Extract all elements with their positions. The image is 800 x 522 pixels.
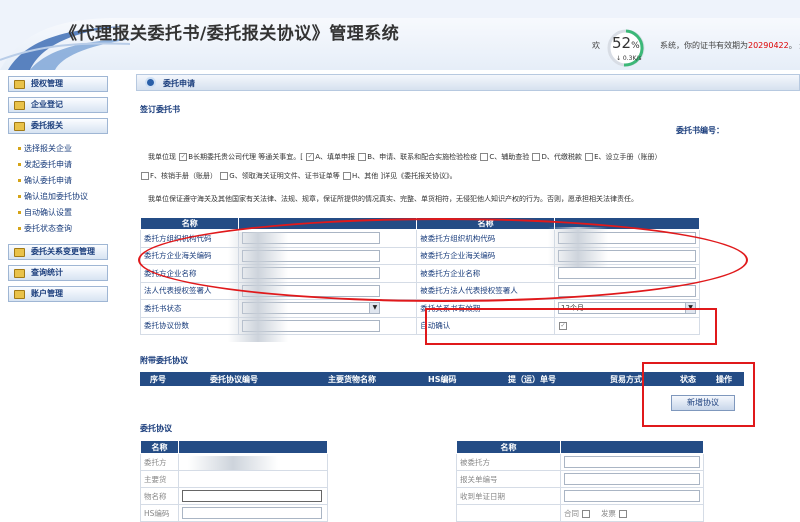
received-date-input[interactable] xyxy=(564,490,700,502)
table-row: 被委托方 xyxy=(456,453,704,471)
certificate-notice: 欢系统，你的证书有效期为20290422。 退 xyxy=(592,41,800,50)
sidebar-subitem-confirm-request[interactable]: 确认委托申请 xyxy=(18,176,72,186)
app-title: 《代理报关委托书/委托报关协议》管理系统 xyxy=(60,24,400,44)
goods-name-input[interactable] xyxy=(182,490,322,502)
folder-icon xyxy=(14,290,25,299)
performance-rate: ↓ 0.3K/s xyxy=(616,55,642,62)
option-f-checkbox[interactable] xyxy=(141,172,149,180)
table-row: 收到单证日期 xyxy=(456,487,704,505)
chevron-down-icon: ▼ xyxy=(369,303,380,314)
sidebar-subitem-initiate-request[interactable]: 发起委托申请 xyxy=(18,160,72,170)
sidebar-item-enterprise-registration[interactable]: 企业登记 xyxy=(8,97,108,113)
folder-icon xyxy=(14,101,25,110)
attach-title: 附带委托协议 xyxy=(140,356,188,365)
sidebar-item-account[interactable]: 账户管理 xyxy=(8,286,108,302)
option-e-checkbox[interactable] xyxy=(585,153,594,161)
section-title: 委托申请 xyxy=(163,79,195,88)
doc-number-label: 委托书编号： xyxy=(676,126,724,135)
agreement-left-table: 名称 委托方 主要货 物名称 HS编码 xyxy=(140,440,328,522)
declaration-number-input[interactable] xyxy=(564,473,700,485)
guarantee-paragraph: 我单位保证遵守海关及其他国家有关法律、法规、规章，保证所提供的情况真实、完整、单… xyxy=(148,195,638,203)
entrust-paragraph-line1: 我单位现 ✓ B长期委托贵公司代理 等通关事宜。[ ✓ A、填单申报 B、申请、联系… xyxy=(148,153,662,161)
annotation-ellipse xyxy=(138,218,748,302)
table-row: 报关单编号 xyxy=(456,470,704,488)
trustee-input[interactable] xyxy=(564,456,700,468)
app-header: 《代理报关委托书/委托报关协议》管理系统 52% ↓ 0.3K/s 欢系统，你的… xyxy=(0,0,800,70)
hs-code-input[interactable] xyxy=(182,507,322,519)
circle-bullet-icon xyxy=(145,77,156,88)
sidebar-item-relationship-change[interactable]: 委托关系变更管理 xyxy=(8,244,108,260)
folder-icon xyxy=(14,80,25,89)
table-row: 主要货 xyxy=(140,470,328,488)
certificate-expiry-date: 20290422 xyxy=(748,41,789,50)
folder-icon xyxy=(14,122,25,131)
option-d-checkbox[interactable] xyxy=(532,153,541,161)
agreement-right-table: 名称 被委托方 报关单编号 收到单证日期 合同 发票 xyxy=(456,440,704,522)
entrust-paragraph-line2: F、核销手册（账册） G、领取海关证明文件、证书证单等 H、其他 ]详见《委托报… xyxy=(140,171,457,181)
left-name-header: 名称 xyxy=(139,217,240,230)
table-row: 物名称 xyxy=(140,487,328,505)
long-term-checkbox[interactable]: ✓ xyxy=(179,153,188,161)
option-g-checkbox[interactable] xyxy=(220,172,229,180)
option-h-checkbox[interactable] xyxy=(342,172,351,180)
folder-icon xyxy=(14,269,25,278)
sidebar-subitem-select-broker[interactable]: 选择报关企业 xyxy=(18,144,72,154)
agreement-title: 委托协议 xyxy=(140,424,172,433)
redacted-area xyxy=(188,456,278,470)
sidebar-item-customs-entrust[interactable]: 委托报关 xyxy=(8,118,108,134)
section-header: 委托申请 xyxy=(136,74,800,91)
sidebar-subitem-status-query[interactable]: 委托状态查询 xyxy=(18,224,72,234)
annotation-box xyxy=(642,362,755,427)
sidebar-subitem-confirm-additional[interactable]: 确认追加委托协议 xyxy=(18,192,88,202)
option-b-checkbox[interactable] xyxy=(358,153,367,161)
option-c-checkbox[interactable] xyxy=(480,153,489,161)
option-a-checkbox[interactable]: ✓ xyxy=(306,153,315,161)
contract-checkbox[interactable] xyxy=(582,509,591,518)
sidebar-item-authorization[interactable]: 授权管理 xyxy=(8,76,108,92)
sidebar-subitem-auto-confirm[interactable]: 自动确认设置 xyxy=(18,208,72,218)
folder-icon xyxy=(14,248,25,257)
sidebar: 授权管理 企业登记 委托报关 选择报关企业 发起委托申请 确认委托申请 确认追加… xyxy=(0,72,122,519)
main-content: 委托申请 签订委托书 委托书编号： 我单位现 ✓ B长期委托贵公司代理 等通关事宜… xyxy=(128,72,800,522)
invoice-checkbox[interactable] xyxy=(619,509,628,518)
sign-title: 签订委托书 xyxy=(140,105,180,114)
annotation-box xyxy=(425,308,717,345)
sidebar-item-query-statistics[interactable]: 查询统计 xyxy=(8,265,108,281)
